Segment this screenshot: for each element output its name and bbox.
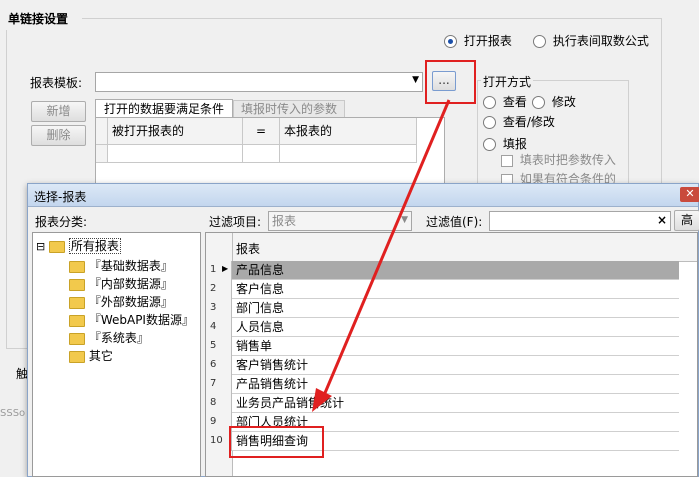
- annotation-arrow: [312, 99, 451, 412]
- arrow-shaft: [320, 99, 451, 401]
- arrow-head: [312, 388, 332, 412]
